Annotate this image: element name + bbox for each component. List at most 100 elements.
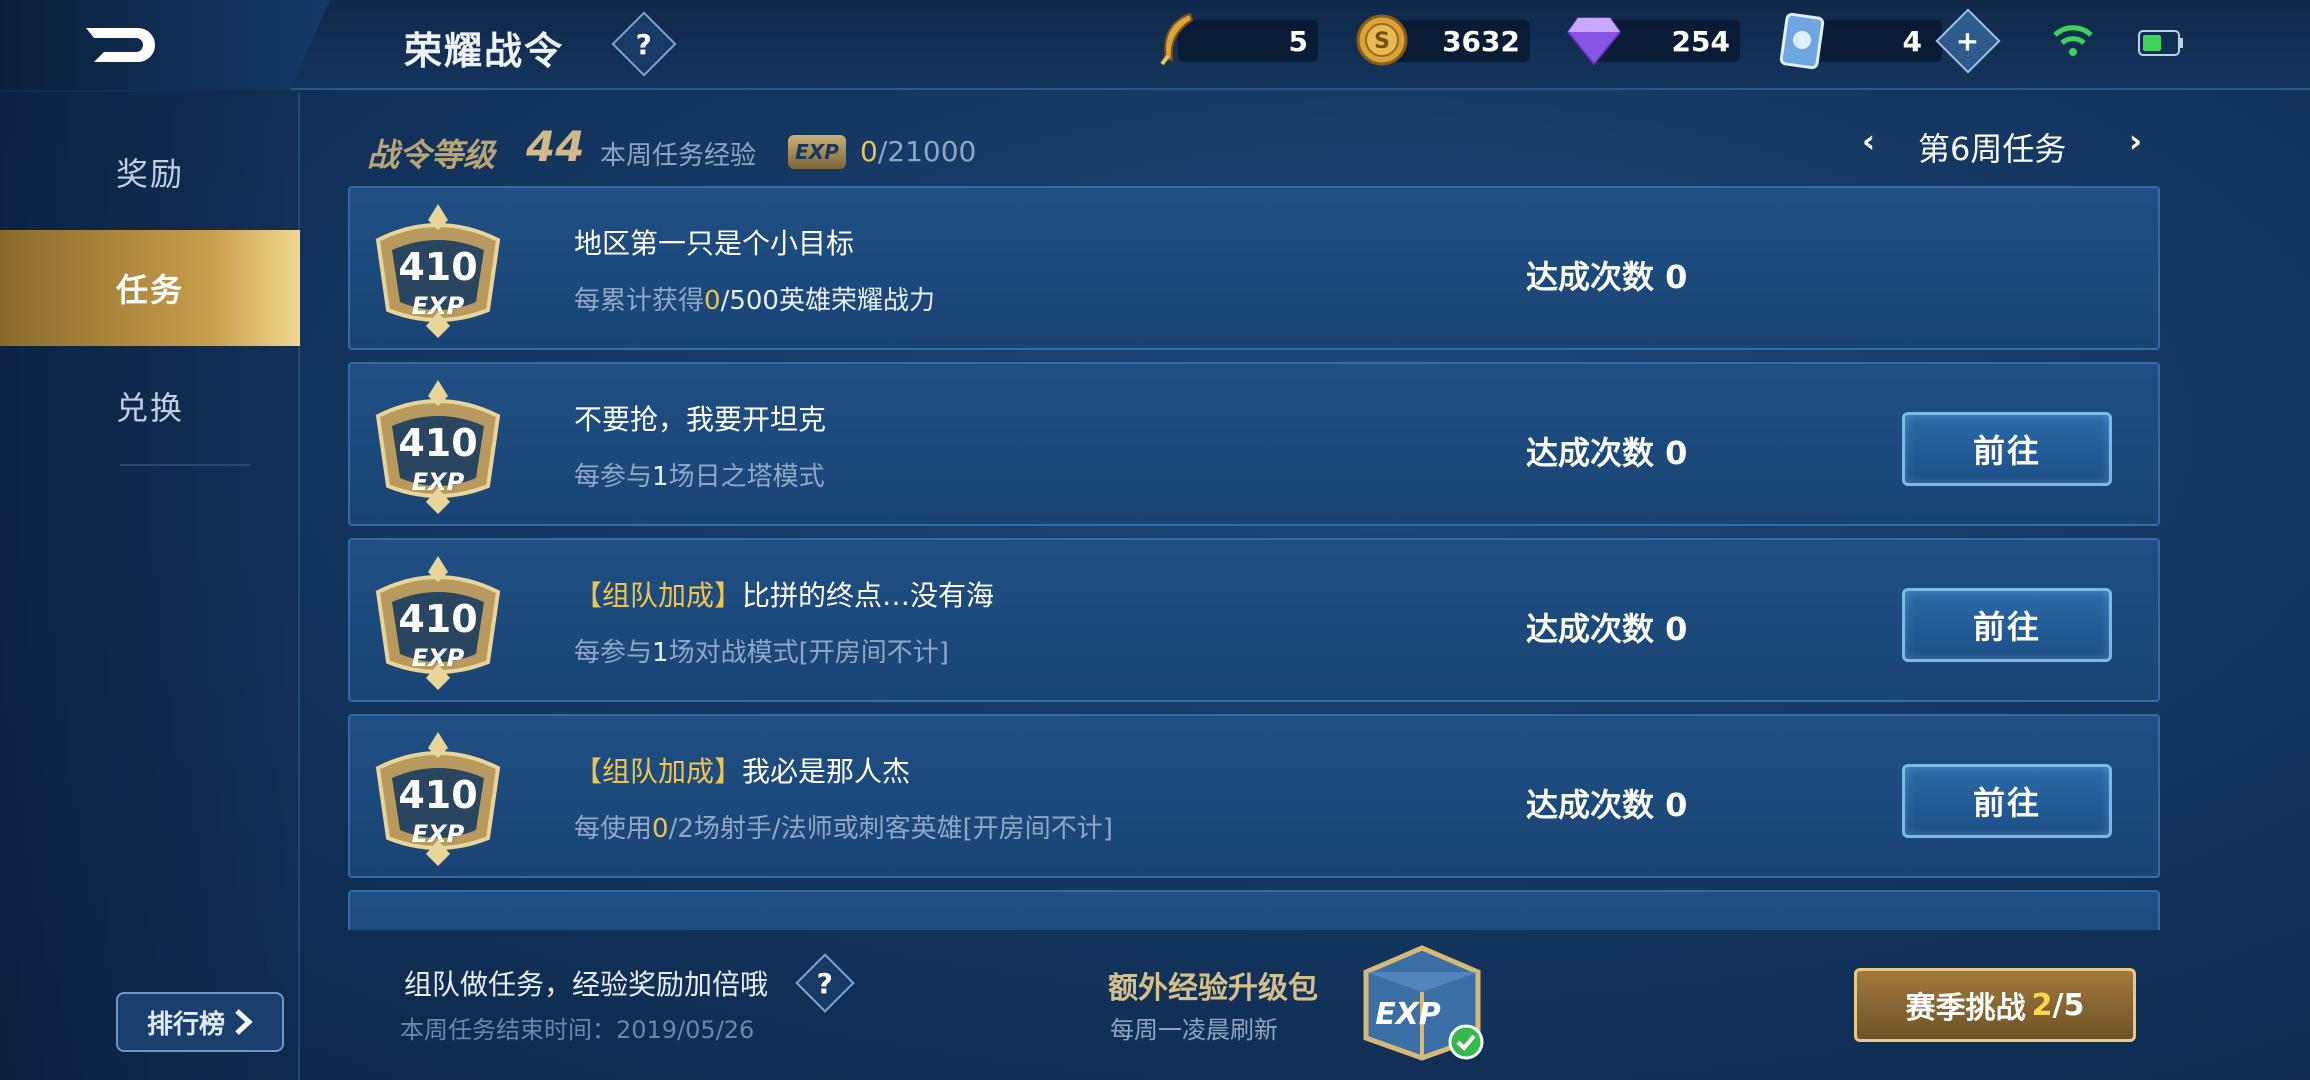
- diamond-count: 254: [1671, 25, 1730, 58]
- feather-icon: [1160, 12, 1194, 66]
- exp-pack-title: 额外经验升级包: [1108, 971, 1318, 1006]
- task-row: 410 EXP 地区第一只是个小目标 每累计获得0/500英雄荣耀战力 达成次数…: [348, 186, 2160, 350]
- page-title: 荣耀战令: [404, 29, 565, 73]
- task-description: 每参与1场日之塔模式: [574, 456, 825, 493]
- task-title: 【组队加成】比拼的终点…没有海: [574, 574, 994, 614]
- sidebar-divider: [120, 464, 250, 466]
- help-button[interactable]: ?: [611, 11, 677, 77]
- completion-count: 达成次数 0: [1526, 252, 1687, 298]
- sidebar-item-label: 兑换: [115, 389, 184, 427]
- card-icon: [1779, 12, 1825, 70]
- task-desc-suffix: /500英雄荣耀战力: [720, 286, 935, 316]
- svg-text:S: S: [1374, 29, 1390, 54]
- add-card-button[interactable]: +: [1935, 8, 2001, 74]
- prev-week-button[interactable]: ‹: [1862, 122, 1875, 160]
- sidebar-item-exchange[interactable]: 兑换: [0, 348, 300, 464]
- back-button[interactable]: [0, 0, 330, 90]
- task-progress-current: 1: [652, 462, 669, 492]
- completion-count-label: 达成次数: [1526, 258, 1655, 296]
- task-desc-suffix: /2场射手/法师或刺客英雄[开房间不计]: [668, 814, 1113, 844]
- exp-reward-label: EXP: [411, 468, 465, 496]
- task-tag: 【组队加成】: [574, 755, 743, 788]
- task-title-text: 比拼的终点…没有海: [742, 579, 995, 612]
- week-exp-current: 0: [860, 135, 878, 168]
- exp-reward-label: EXP: [411, 820, 465, 848]
- exp-icon: EXP: [788, 135, 846, 169]
- task-title-text: 地区第一只是个小目标: [574, 227, 855, 260]
- task-desc-prefix: 每累计获得: [574, 286, 705, 316]
- exp-pack-button[interactable]: EXP: [1352, 942, 1492, 1062]
- task-desc-suffix: 场日之塔模式: [668, 462, 825, 492]
- sidebar-item-label: 任务: [115, 271, 184, 309]
- chevron-right-icon: [235, 1009, 253, 1035]
- season-challenge-total: /5: [2052, 987, 2085, 1023]
- week-exp-label: 本周任务经验: [600, 141, 757, 171]
- task-progress-current: 0: [704, 286, 721, 316]
- exp-reward-value: 410: [398, 597, 478, 641]
- task-row: 410 EXP 【组队加成】比拼的终点…没有海 每参与1场对战模式[开房间不计]…: [348, 538, 2160, 702]
- go-button[interactable]: 前往: [1902, 412, 2112, 486]
- week-navigator: ‹ 第6周任务 ›: [1862, 122, 2142, 168]
- season-challenge-button[interactable]: 赛季挑战 2/5: [1854, 968, 2136, 1042]
- gold-coin-icon: S: [1356, 14, 1408, 66]
- task-description: 每参与1场对战模式[开房间不计]: [574, 632, 949, 669]
- exp-pack-subtitle: 每周一凌晨刷新: [1110, 1016, 1278, 1044]
- sidebar-item-tasks[interactable]: 任务: [0, 230, 300, 346]
- season-challenge-current: 2: [2031, 987, 2053, 1023]
- sidebar-item-label: 奖励: [115, 155, 184, 193]
- card-count: 4: [1902, 25, 1922, 58]
- exp-pack-label: EXP: [1375, 997, 1441, 1032]
- week-exp-total: /21000: [877, 135, 977, 168]
- task-desc-prefix: 每使用: [574, 814, 653, 844]
- task-title: 【组队加成】我必是那人杰: [574, 750, 910, 790]
- task-title-text: 不要抢，我要开坦克: [574, 403, 827, 436]
- back-arrow-icon: [86, 28, 155, 62]
- task-row: 410 EXP 【组队加成】我必是那人杰 每使用0/2场射手/法师或刺客英雄[开…: [348, 714, 2160, 878]
- completion-count: 达成次数 0: [1526, 428, 1687, 474]
- go-button[interactable]: 前往: [1902, 588, 2112, 662]
- battery-icon: [2138, 30, 2183, 56]
- gold-count: 3632: [1442, 25, 1520, 58]
- task-title: 不要抢，我要开坦克: [574, 398, 826, 438]
- exp-reward-badge: 410 EXP: [368, 552, 508, 692]
- completion-count-label: 达成次数: [1526, 434, 1655, 472]
- leaderboard-button[interactable]: 排行榜: [116, 992, 284, 1052]
- task-desc-suffix: 场对战模式[开房间不计]: [668, 638, 949, 668]
- next-week-button[interactable]: ›: [2129, 122, 2142, 160]
- sidebar-item-rewards[interactable]: 奖励: [0, 114, 300, 230]
- pass-level-label: 战令等级: [367, 136, 496, 174]
- go-button[interactable]: 前往: [1902, 764, 2112, 838]
- exp-reward-badge: 410 EXP: [368, 200, 508, 340]
- task-tag: 【组队加成】: [574, 579, 743, 612]
- exp-chest-icon: EXP: [1363, 945, 1484, 1061]
- task-row: [348, 890, 2160, 930]
- completion-count-value: 0: [1665, 434, 1688, 472]
- exp-reward-value: 410: [398, 773, 478, 817]
- task-row: 410 EXP 不要抢，我要开坦克 每参与1场日之塔模式 达成次数 0 前往: [348, 362, 2160, 526]
- completion-count-label: 达成次数: [1526, 786, 1655, 824]
- week-end-time: 本周任务结束时间：2019/05/26: [400, 1016, 755, 1044]
- team-bonus-tip: 组队做任务，经验奖励加倍哦: [404, 968, 769, 1001]
- task-progress-current: 1: [652, 638, 669, 668]
- task-list[interactable]: 410 EXP 地区第一只是个小目标 每累计获得0/500英雄荣耀战力 达成次数…: [348, 186, 2160, 930]
- wifi-icon: [2053, 25, 2093, 56]
- task-description: 每使用0/2场射手/法师或刺客英雄[开房间不计]: [574, 808, 1113, 845]
- week-exp-value: 0/21000: [860, 135, 976, 168]
- help-icon: ?: [816, 966, 834, 1000]
- task-description: 每累计获得0/500英雄荣耀战力: [574, 280, 935, 317]
- team-bonus-help-button[interactable]: ?: [795, 953, 855, 1013]
- completion-count-value: 0: [1665, 610, 1688, 648]
- top-bar: 荣耀战令 ? 5 3632 S 254 4 +: [0, 0, 2310, 90]
- exp-reward-badge: 410 EXP: [368, 376, 508, 516]
- completion-count-value: 0: [1665, 786, 1688, 824]
- sidebar: 奖励 任务 兑换: [0, 92, 300, 1080]
- help-icon: ?: [635, 27, 653, 61]
- leaderboard-label: 排行榜: [146, 1009, 225, 1040]
- completion-count: 达成次数 0: [1526, 780, 1687, 826]
- task-progress-current: 0: [652, 814, 669, 844]
- exp-reward-label: EXP: [411, 292, 465, 320]
- plus-icon: +: [1956, 24, 1980, 58]
- feather-count: 5: [1288, 25, 1308, 58]
- pass-level-value: 44: [526, 122, 585, 171]
- week-label: 第6周任务: [1918, 130, 2067, 168]
